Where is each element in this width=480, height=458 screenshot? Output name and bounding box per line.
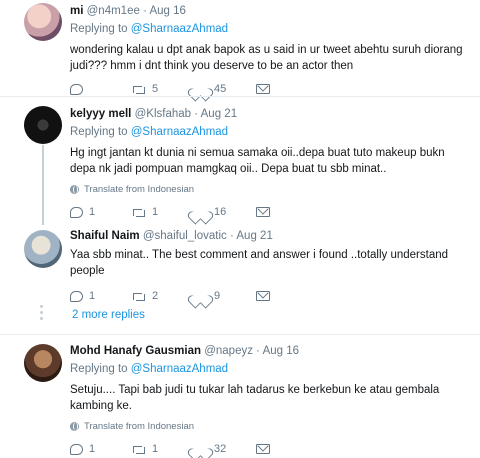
retweet-icon xyxy=(132,207,146,217)
avatar[interactable] xyxy=(24,344,62,382)
tweet-3[interactable]: Shaiful Naim @shaiful_lovatic · Aug 21 Y… xyxy=(0,226,480,304)
replying-to-label: Replying to xyxy=(70,126,131,138)
tweet-text: wondering kalau u dpt anak bapok as u sa… xyxy=(70,44,463,72)
retweet-icon xyxy=(132,291,146,301)
user-name[interactable]: mi xyxy=(70,5,83,17)
user-name[interactable]: kelyyy mell xyxy=(70,108,131,120)
mail-icon xyxy=(256,444,270,454)
retweet-count: 5 xyxy=(152,83,159,95)
translate-link[interactable]: Translate from Indonesian xyxy=(70,421,470,432)
separator: · xyxy=(143,5,147,17)
avatar[interactable] xyxy=(24,3,62,41)
tweet-header: Mohd Hanafy Gausmian @napeyz · Aug 16 xyxy=(70,344,470,359)
mention-link[interactable]: @SharnaazAhmad xyxy=(131,363,228,375)
tweet-4[interactable]: Mohd Hanafy Gausmian @napeyz · Aug 16 Re… xyxy=(0,340,480,458)
retweet-icon xyxy=(132,84,146,94)
tweet-date[interactable]: Aug 21 xyxy=(236,230,272,242)
like-count: 45 xyxy=(214,83,227,95)
tweet-header: Shaiful Naim @shaiful_lovatic · Aug 21 xyxy=(70,229,470,244)
retweet-button[interactable]: 1 xyxy=(132,206,194,218)
replying-to-label: Replying to xyxy=(70,23,131,35)
user-handle[interactable]: @shaiful_lovatic xyxy=(143,230,227,242)
separator: · xyxy=(194,108,199,120)
mention-link[interactable]: @SharnaazAhmad xyxy=(131,126,228,138)
avatar[interactable] xyxy=(24,230,62,268)
retweet-button[interactable]: 5 xyxy=(132,83,194,95)
tweet-date[interactable]: Aug 21 xyxy=(201,108,237,120)
heart-icon xyxy=(194,206,208,219)
retweet-button[interactable]: 2 xyxy=(132,290,194,302)
user-handle[interactable]: @Klsfahab xyxy=(135,108,191,120)
tweet-actions: 1 1 32 xyxy=(70,442,470,456)
heart-icon xyxy=(194,443,208,456)
translate-label: Translate from Indonesian xyxy=(84,184,195,195)
reply-icon xyxy=(70,206,83,218)
separator: · xyxy=(229,230,234,242)
like-button[interactable]: 9 xyxy=(194,290,256,303)
globe-icon xyxy=(70,185,79,194)
tweet-date[interactable]: Aug 16 xyxy=(149,5,185,17)
tweet-header: kelyyy mell @Klsfahab · Aug 21 xyxy=(70,107,470,122)
thread-dots xyxy=(40,305,43,320)
replying-to: Replying to @SharnaazAhmad xyxy=(70,22,470,37)
tweet-1[interactable]: mi @n4m1ee · Aug 16 Replying to @Sharnaa… xyxy=(0,0,480,96)
retweet-count: 1 xyxy=(152,443,159,455)
like-button[interactable]: 32 xyxy=(194,443,256,456)
message-button[interactable] xyxy=(256,444,318,454)
tweet-text: Hg ingt jantan kt dunia ni semua samaka … xyxy=(70,147,445,175)
translate-label: Translate from Indonesian xyxy=(84,421,195,432)
tweet-text: Setuju.... Tapi bab judi tu tukar lah ta… xyxy=(70,384,440,412)
retweet-icon xyxy=(132,444,146,454)
replying-to: Replying to @SharnaazAhmad xyxy=(70,125,470,140)
heart-icon xyxy=(194,83,208,96)
globe-icon xyxy=(70,422,79,431)
tweet-actions: 5 45 xyxy=(70,82,470,96)
tweet-2[interactable]: kelyyy mell @Klsfahab · Aug 21 Replying … xyxy=(0,104,480,224)
replying-to-label: Replying to xyxy=(70,363,131,375)
heart-icon xyxy=(194,290,208,303)
mail-icon xyxy=(256,84,270,94)
translate-link[interactable]: Translate from Indonesian xyxy=(70,184,470,195)
tweet-text: Yaa sbb minat.. The best comment and ans… xyxy=(70,249,449,277)
retweet-count: 1 xyxy=(152,206,159,218)
like-button[interactable]: 16 xyxy=(194,206,256,219)
tweet-date[interactable]: Aug 16 xyxy=(263,345,299,357)
reply-button[interactable]: 1 xyxy=(70,443,132,455)
divider xyxy=(0,334,480,335)
retweet-count: 2 xyxy=(152,290,159,302)
message-button[interactable] xyxy=(256,207,318,217)
like-button[interactable]: 45 xyxy=(194,83,256,96)
separator: · xyxy=(256,345,261,357)
user-handle[interactable]: @napeyz xyxy=(204,345,253,357)
reply-icon xyxy=(70,83,83,95)
like-count: 16 xyxy=(214,206,227,218)
message-button[interactable] xyxy=(256,84,318,94)
like-count: 9 xyxy=(214,290,221,302)
tweet-actions: 1 2 9 xyxy=(70,289,470,303)
retweet-button[interactable]: 1 xyxy=(132,443,194,455)
reply-count: 1 xyxy=(89,443,96,455)
reply-button[interactable] xyxy=(70,83,132,95)
reply-button[interactable]: 1 xyxy=(70,206,132,218)
replying-to: Replying to @SharnaazAhmad xyxy=(70,362,470,377)
more-replies-link[interactable]: 2 more replies xyxy=(72,309,145,321)
tweet-actions: 1 1 16 xyxy=(70,205,470,219)
mail-icon xyxy=(256,291,270,301)
reply-icon xyxy=(70,443,83,455)
reply-button[interactable]: 1 xyxy=(70,290,132,302)
user-name[interactable]: Mohd Hanafy Gausmian xyxy=(70,345,201,357)
tweet-header: mi @n4m1ee · Aug 16 xyxy=(70,4,470,19)
mention-link[interactable]: @SharnaazAhmad xyxy=(131,23,228,35)
reply-count: 1 xyxy=(89,206,96,218)
divider xyxy=(0,96,480,97)
reply-icon xyxy=(70,290,83,302)
user-handle[interactable]: @n4m1ee xyxy=(87,5,140,17)
user-name[interactable]: Shaiful Naim xyxy=(70,230,140,242)
message-button[interactable] xyxy=(256,291,318,301)
mail-icon xyxy=(256,207,270,217)
avatar[interactable] xyxy=(24,106,62,144)
reply-count: 1 xyxy=(89,290,96,302)
like-count: 32 xyxy=(214,443,227,455)
